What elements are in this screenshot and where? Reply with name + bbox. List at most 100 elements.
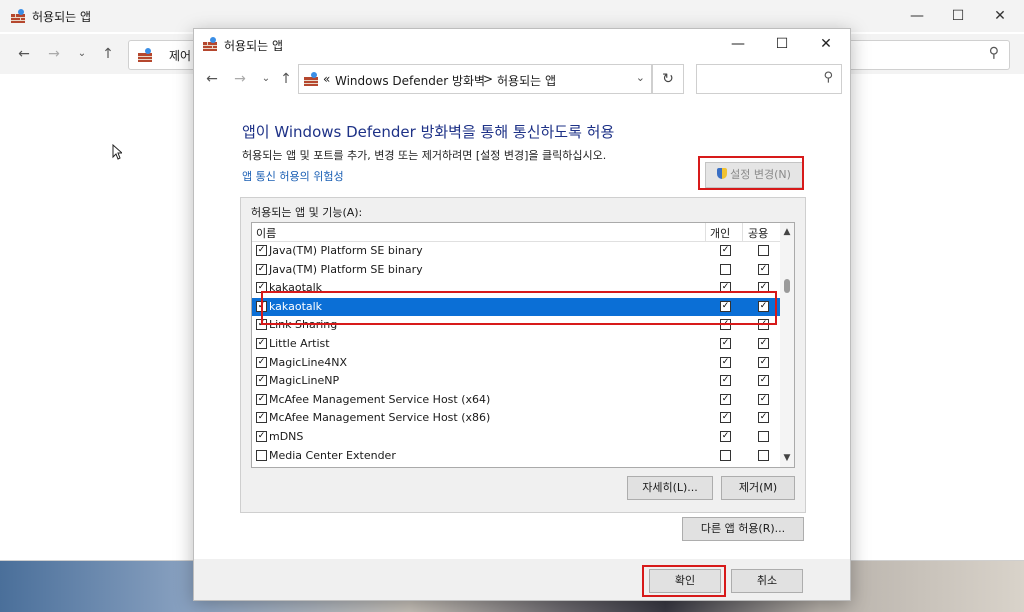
close-icon[interactable]: ✕: [978, 4, 1022, 28]
app-name: Java(TM) Platform SE binary: [269, 262, 423, 276]
table-row[interactable]: ✓ McAfee Management Service Host (x86) ✓ ✓: [252, 409, 780, 427]
public-checkbox[interactable]: ✓: [758, 375, 769, 387]
scrollbar-thumb[interactable]: [784, 279, 790, 293]
table-row[interactable]: ✓ MagicLine4NX ✓ ✓: [252, 354, 780, 372]
page-title: 앱이 Windows Defender 방화벽을 통해 통신하도록 허용: [242, 123, 615, 141]
table-row[interactable]: ✓ MagicLineNP ✓ ✓: [252, 372, 780, 390]
public-checkbox[interactable]: ✓: [758, 356, 769, 368]
allow-other-app-button[interactable]: 다른 앱 허용(R)...: [682, 517, 804, 541]
firewall-icon: [11, 9, 25, 23]
column-public[interactable]: 공용: [748, 225, 768, 241]
public-checkbox[interactable]: [758, 449, 769, 461]
enabled-checkbox[interactable]: ✓: [256, 245, 267, 256]
forward-arrow-icon[interactable]: →: [44, 44, 64, 64]
breadcrumb-separator: >: [483, 72, 494, 86]
minimize-icon[interactable]: —: [716, 32, 760, 56]
private-checkbox[interactable]: ✓: [720, 431, 731, 442]
risk-link[interactable]: 앱 통신 허용의 위험성: [242, 168, 344, 184]
search-icon[interactable]: ⚲: [823, 70, 833, 85]
forward-arrow-icon[interactable]: →: [230, 69, 250, 89]
group-label: 허용되는 앱 및 기능(A):: [251, 206, 363, 219]
search-icon[interactable]: ⚲: [989, 45, 999, 61]
private-checkbox[interactable]: ✓: [720, 375, 731, 387]
private-checkbox[interactable]: ✓: [720, 393, 731, 405]
page-description: 허용되는 앱 및 포트를 추가, 변경 또는 제거하려면 [설정 변경]을 클릭…: [242, 149, 607, 162]
enabled-checkbox[interactable]: [256, 449, 267, 461]
allowed-apps-dialog: 허용되는 앱 — ☐ ✕ ← → ⌄ ↑ « Windows Defender …: [193, 28, 851, 601]
dialog-address-bar[interactable]: « Windows Defender 방화벽 > 허용되는 앱 ⌄: [298, 64, 652, 94]
column-divider: [742, 223, 743, 241]
refresh-icon: ↻: [662, 71, 674, 87]
scroll-up-icon[interactable]: ▲: [780, 225, 794, 239]
private-checkbox[interactable]: ✓: [720, 338, 731, 349]
breadcrumb-firewall[interactable]: Windows Defender 방화벽: [335, 72, 485, 89]
public-checkbox[interactable]: ✓: [758, 393, 769, 405]
enabled-checkbox[interactable]: ✓: [256, 431, 267, 442]
details-button[interactable]: 자세히(L)...: [627, 476, 713, 500]
chevron-down-icon[interactable]: ⌄: [256, 69, 276, 89]
cancel-button[interactable]: 취소: [731, 569, 803, 593]
public-checkbox[interactable]: [758, 245, 769, 256]
list-scrollbar[interactable]: ▲ ▼: [780, 223, 794, 467]
back-arrow-icon[interactable]: ←: [14, 44, 34, 64]
column-divider: [705, 223, 706, 241]
app-name: Java(TM) Platform SE binary: [269, 244, 423, 257]
private-checkbox[interactable]: [720, 263, 731, 275]
breadcrumb-prefix[interactable]: «: [323, 72, 330, 86]
chevron-down-icon[interactable]: ⌄: [636, 71, 645, 84]
table-row[interactable]: Media Center Extender: [252, 447, 780, 465]
enabled-checkbox[interactable]: ✓: [256, 338, 267, 349]
table-row[interactable]: ✓ McAfee Management Service Host (x64) ✓ ✓: [252, 391, 780, 409]
dialog-titlebar: 허용되는 앱 — ☐ ✕: [194, 29, 850, 59]
highlight-box: [698, 156, 804, 190]
close-icon[interactable]: ✕: [804, 32, 848, 56]
table-row[interactable]: ✓ mDNS ✓: [252, 428, 780, 446]
highlight-box: [261, 291, 777, 325]
app-name: mDNS: [269, 430, 304, 443]
maximize-icon[interactable]: ☐: [760, 32, 804, 56]
app-name: MagicLine4NX: [269, 355, 348, 369]
firewall-icon: [138, 48, 152, 62]
chevron-down-icon[interactable]: ⌄: [72, 44, 92, 64]
private-checkbox[interactable]: ✓: [720, 412, 731, 424]
public-checkbox[interactable]: ✓: [758, 412, 769, 424]
enabled-checkbox[interactable]: ✓: [256, 263, 267, 275]
app-name: McAfee Management Service Host (x64): [269, 392, 491, 406]
refresh-button[interactable]: ↻: [652, 64, 684, 94]
up-arrow-icon[interactable]: ↑: [98, 44, 118, 64]
column-private[interactable]: 개인: [710, 225, 730, 241]
back-arrow-icon[interactable]: ←: [202, 69, 222, 89]
allowed-apps-list[interactable]: 이름 개인 공용 ✓ Java(TM) Platform SE binary ✓ ✓ J…: [251, 222, 795, 468]
mouse-cursor-icon: [112, 144, 122, 160]
dialog-search-input[interactable]: ⚲: [696, 64, 842, 94]
app-name: MagicLineNP: [269, 374, 340, 388]
table-row[interactable]: ✓ Java(TM) Platform SE binary ✓: [252, 242, 780, 260]
minimize-icon[interactable]: —: [895, 4, 939, 28]
private-checkbox[interactable]: ✓: [720, 356, 731, 368]
allowed-apps-group: 허용되는 앱 및 기능(A): 이름 개인 공용 ✓ Java(TM) Platf…: [240, 197, 806, 513]
public-checkbox[interactable]: ✓: [758, 263, 769, 275]
public-checkbox[interactable]: [758, 431, 769, 442]
address-text: 제어: [169, 49, 192, 63]
public-checkbox[interactable]: ✓: [758, 338, 769, 349]
dialog-title: 허용되는 앱: [224, 39, 284, 53]
dialog-content: 앱이 Windows Defender 방화벽을 통해 통신하도록 허용 허용되…: [194, 99, 850, 559]
column-name[interactable]: 이름: [256, 225, 276, 241]
private-checkbox[interactable]: [720, 449, 731, 461]
enabled-checkbox[interactable]: ✓: [256, 375, 267, 387]
table-row[interactable]: ✓ Little Artist ✓ ✓: [252, 335, 780, 353]
enabled-checkbox[interactable]: ✓: [256, 356, 267, 368]
breadcrumb-allowed-apps[interactable]: 허용되는 앱: [497, 72, 556, 89]
table-row[interactable]: ✓ Java(TM) Platform SE binary ✓: [252, 261, 780, 279]
up-arrow-icon[interactable]: ↑: [276, 69, 296, 89]
app-name: McAfee Management Service Host (x86): [269, 411, 491, 425]
maximize-icon[interactable]: ☐: [936, 4, 980, 28]
highlight-box: [642, 565, 726, 597]
firewall-icon: [203, 37, 217, 51]
enabled-checkbox[interactable]: ✓: [256, 412, 267, 424]
dialog-navbar: ← → ⌄ ↑ « Windows Defender 방화벽 > 허용되는 앱 …: [194, 59, 850, 99]
enabled-checkbox[interactable]: ✓: [256, 393, 267, 405]
scroll-down-icon[interactable]: ▼: [780, 451, 794, 465]
remove-button[interactable]: 제거(M): [721, 476, 795, 500]
private-checkbox[interactable]: ✓: [720, 245, 731, 256]
